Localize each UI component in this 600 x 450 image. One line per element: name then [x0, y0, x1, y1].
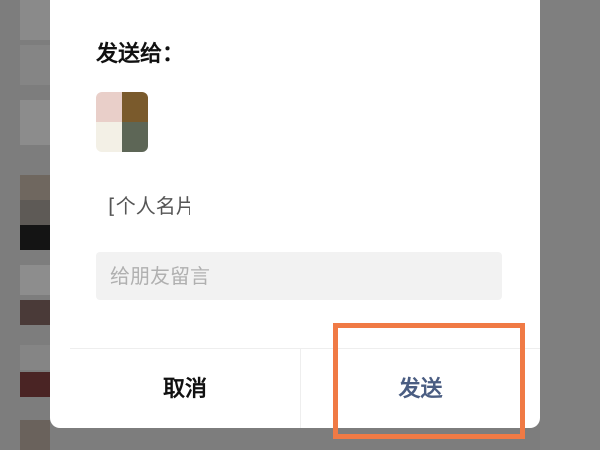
background-right-area — [540, 0, 600, 450]
message-input[interactable] — [96, 252, 502, 300]
business-card-label: [个人名片] — [108, 194, 190, 218]
highlight-box — [333, 323, 525, 439]
cancel-button[interactable]: 取消 — [70, 349, 300, 428]
recipient-avatar — [96, 92, 148, 152]
dialog-title: 发送给： — [96, 42, 185, 67]
background-avatar-column — [20, 0, 50, 450]
